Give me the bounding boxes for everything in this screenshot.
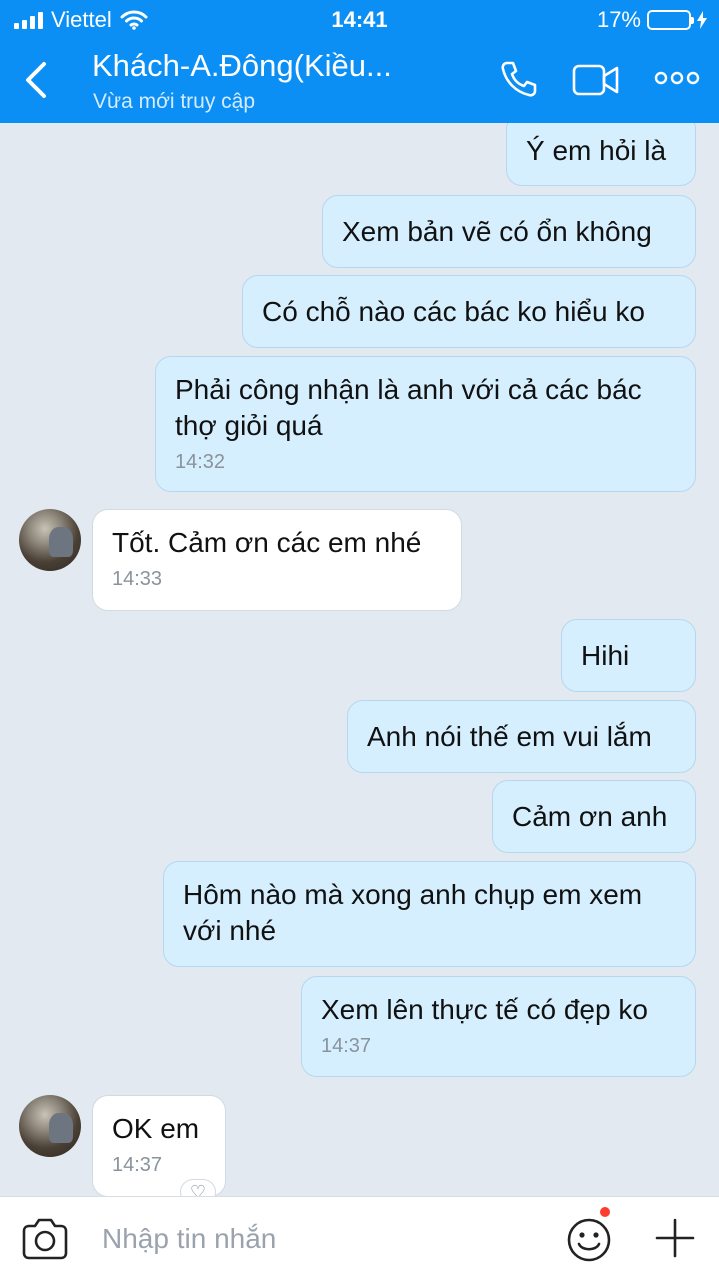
contact-avatar[interactable] <box>19 509 81 571</box>
battery-icon <box>647 10 694 30</box>
message-input[interactable] <box>102 1219 522 1259</box>
chat-header: Viettel 14:41 17% Khách-A.Đông(Kiều... V… <box>0 0 719 123</box>
message-bubble-incoming[interactable]: Tốt. Cảm ơn các em nhé 14:33 <box>92 509 462 611</box>
react-heart-icon[interactable]: ♡ <box>180 1179 216 1196</box>
video-call-icon[interactable] <box>572 62 620 98</box>
message-bubble-outgoing[interactable]: Phải công nhận là anh với cả các bác thợ… <box>155 356 696 492</box>
status-right: 17% <box>597 7 707 33</box>
add-attachment-icon[interactable] <box>654 1217 696 1259</box>
charging-bolt-icon <box>697 11 707 29</box>
camera-icon[interactable] <box>20 1217 70 1261</box>
message-bubble-outgoing[interactable]: Xem lên thực tế có đẹp ko 14:37 <box>301 976 696 1077</box>
message-bubble-outgoing[interactable]: Có chỗ nào các bác ko hiểu ko <box>242 275 696 348</box>
message-bubble-outgoing[interactable]: Ý em hỏi là <box>506 123 696 186</box>
back-icon[interactable] <box>18 58 58 102</box>
message-timestamp: 14:37 <box>321 1035 372 1057</box>
message-bubble-outgoing[interactable]: Anh nói thế em vui lắm <box>347 700 696 773</box>
notification-dot <box>600 1207 610 1217</box>
contact-name[interactable]: Khách-A.Đông(Kiều... <box>92 48 392 84</box>
message-bubble-outgoing[interactable]: Hihi <box>561 619 696 692</box>
last-seen-status: Vừa mới truy cập <box>93 90 256 113</box>
message-bubble-outgoing[interactable]: Cảm ơn anh <box>492 780 696 853</box>
message-composer <box>0 1196 719 1280</box>
message-timestamp: 14:32 <box>175 451 226 473</box>
message-timestamp: 14:37 <box>112 1154 163 1176</box>
message-bubble-outgoing[interactable]: Hôm nào mà xong anh chụp em xem với nhé <box>163 861 696 967</box>
more-options-icon[interactable] <box>654 70 700 86</box>
sticker-emoji-icon[interactable] <box>566 1217 612 1263</box>
message-timestamp: 14:33 <box>112 568 163 590</box>
contact-avatar[interactable] <box>19 1095 81 1157</box>
message-bubble-outgoing[interactable]: Xem bản vẽ có ổn không <box>322 195 696 268</box>
message-list[interactable]: Ý em hỏi là Xem bản vẽ có ổn không Có ch… <box>0 123 719 1196</box>
battery-percent: 17% <box>596 7 641 32</box>
phone-call-icon[interactable] <box>498 58 538 100</box>
status-bar: Viettel 14:41 17% <box>0 0 719 40</box>
